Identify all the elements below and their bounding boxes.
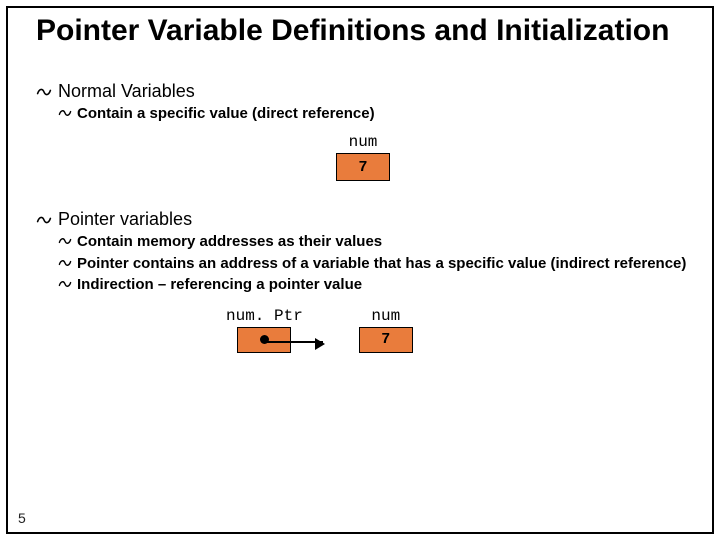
var-label-numptr: num. Ptr — [226, 307, 303, 325]
pointer-column: num. Ptr — [226, 307, 303, 353]
page-number: 5 — [18, 510, 26, 526]
slide-border — [6, 6, 714, 534]
arrow-icon — [265, 341, 323, 343]
pointer-box — [237, 327, 291, 353]
pointer-dot-icon — [260, 335, 269, 344]
